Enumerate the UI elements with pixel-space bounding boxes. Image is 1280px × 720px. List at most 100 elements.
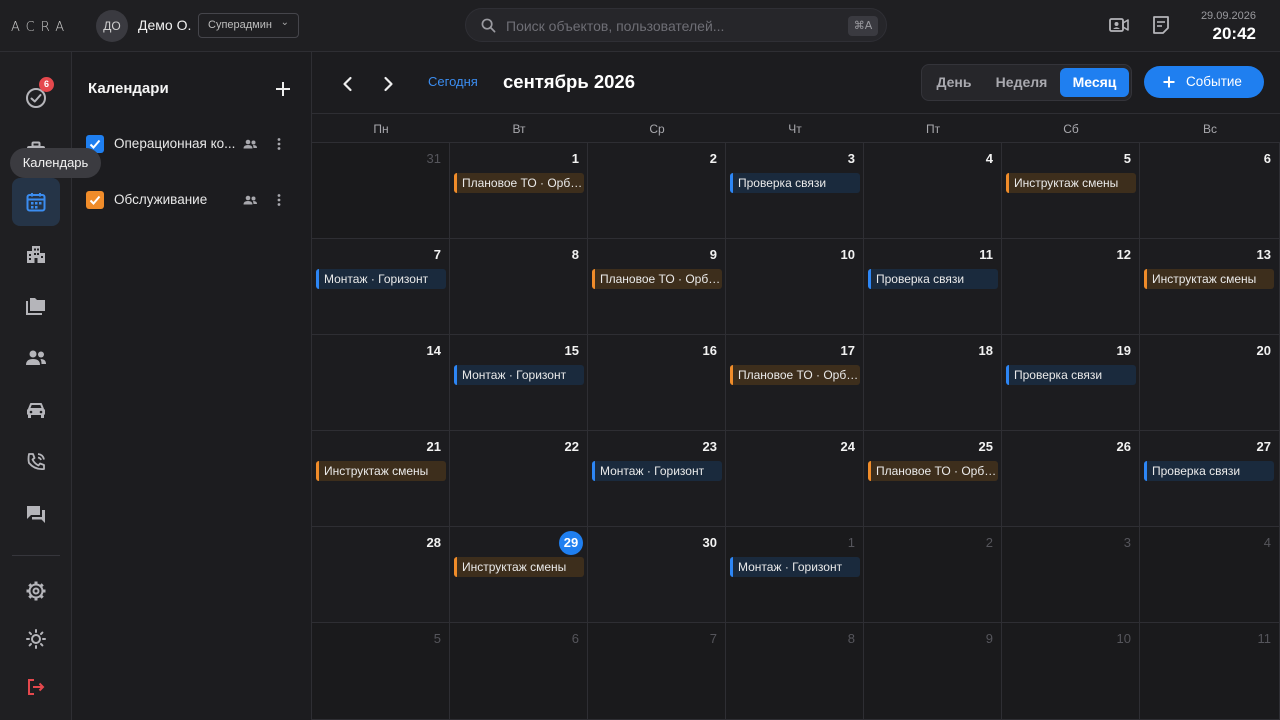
view-day-button[interactable]: День <box>925 68 983 97</box>
rail-item-calls[interactable] <box>12 438 60 486</box>
rail-item-logout[interactable] <box>12 663 60 711</box>
event-chip[interactable]: Инструктаж смены <box>1144 269 1274 289</box>
day-number[interactable]: 9 <box>710 247 717 262</box>
day-cell[interactable]: 25 Плановое ТО · Орбита <box>864 431 1002 527</box>
day-cell[interactable]: 2 <box>864 527 1002 623</box>
day-number[interactable]: 24 <box>841 439 855 454</box>
day-number[interactable]: 27 <box>1257 439 1271 454</box>
event-chip[interactable]: Проверка связи <box>1144 461 1274 481</box>
day-cell[interactable]: 29 Инструктаж смены <box>450 527 588 623</box>
day-cell[interactable]: 1 Плановое ТО · Орбита <box>450 143 588 239</box>
day-number[interactable]: 10 <box>1117 631 1131 646</box>
add-calendar-button[interactable] <box>272 78 294 100</box>
event-chip[interactable]: Плановое ТО · Орбита <box>592 269 722 289</box>
notes-icon[interactable] <box>1150 14 1172 36</box>
day-number[interactable]: 3 <box>848 151 855 166</box>
day-cell[interactable]: 10 <box>1002 623 1140 720</box>
day-number[interactable]: 5 <box>434 631 441 646</box>
day-number[interactable]: 9 <box>986 631 993 646</box>
day-number[interactable]: 21 <box>427 439 441 454</box>
today-day-number[interactable]: 29 <box>559 531 583 555</box>
day-number[interactable]: 17 <box>841 343 855 358</box>
event-chip[interactable]: Плановое ТО · Орбита <box>868 461 998 481</box>
day-number[interactable]: 10 <box>841 247 855 262</box>
day-cell[interactable]: 6 <box>450 623 588 720</box>
event-chip[interactable]: Инструктаж смены <box>316 461 446 481</box>
today-button[interactable]: Сегодня <box>428 74 478 89</box>
day-number[interactable]: 19 <box>1117 343 1131 358</box>
day-number[interactable]: 14 <box>427 343 441 358</box>
day-cell[interactable]: 31 <box>312 143 450 239</box>
day-cell[interactable]: 18 <box>864 335 1002 431</box>
day-cell[interactable]: 15 Монтаж · Горизонт <box>450 335 588 431</box>
day-cell[interactable]: 17 Плановое ТО · Орбита <box>726 335 864 431</box>
event-chip[interactable]: Проверка связи <box>868 269 998 289</box>
day-cell[interactable]: 28 <box>312 527 450 623</box>
day-number[interactable]: 11 <box>1258 631 1272 646</box>
avatar[interactable]: ДО <box>96 10 128 42</box>
day-cell[interactable]: 20 <box>1140 335 1280 431</box>
day-number[interactable]: 23 <box>703 439 717 454</box>
day-number[interactable]: 1 <box>848 535 855 550</box>
day-cell[interactable]: 21 Инструктаж смены <box>312 431 450 527</box>
day-number[interactable]: 28 <box>427 535 441 550</box>
day-cell[interactable]: 27 Проверка связи <box>1140 431 1280 527</box>
video-call-icon[interactable] <box>1108 14 1130 36</box>
day-number[interactable]: 8 <box>572 247 579 262</box>
day-number[interactable]: 20 <box>1257 343 1271 358</box>
day-cell[interactable]: 3 Проверка связи <box>726 143 864 239</box>
day-number[interactable]: 6 <box>1264 151 1271 166</box>
day-number[interactable]: 1 <box>572 151 579 166</box>
prev-month-button[interactable] <box>336 72 360 96</box>
day-cell[interactable]: 11 <box>1140 623 1280 720</box>
day-number[interactable]: 30 <box>703 535 717 550</box>
day-cell[interactable]: 5 <box>312 623 450 720</box>
day-cell[interactable]: 12 <box>1002 239 1140 335</box>
rail-item-documents[interactable] <box>12 282 60 330</box>
event-chip[interactable]: Плановое ТО · Орбита <box>454 173 584 193</box>
day-cell[interactable]: 5 Инструктаж смены <box>1002 143 1140 239</box>
rail-item-theme[interactable] <box>12 615 60 663</box>
event-chip[interactable]: Плановое ТО · Орбита <box>730 365 860 385</box>
day-number[interactable]: 8 <box>848 631 855 646</box>
day-cell[interactable]: 9 <box>864 623 1002 720</box>
day-cell[interactable]: 14 <box>312 335 450 431</box>
role-select[interactable]: Суперадмин ⌄ <box>198 13 299 38</box>
day-number[interactable]: 11 <box>979 247 993 262</box>
day-number[interactable]: 18 <box>979 343 993 358</box>
day-cell[interactable]: 23 Монтаж · Горизонт <box>588 431 726 527</box>
day-number[interactable]: 16 <box>703 343 717 358</box>
day-cell[interactable]: 2 <box>588 143 726 239</box>
day-cell[interactable]: 19 Проверка связи <box>1002 335 1140 431</box>
day-number[interactable]: 2 <box>710 151 717 166</box>
day-cell[interactable]: 1 Монтаж · Горизонт <box>726 527 864 623</box>
app-logo[interactable]: ACRA <box>11 20 70 35</box>
calendar-item[interactable]: Обслуживание <box>86 188 296 212</box>
day-cell[interactable]: 8 <box>450 239 588 335</box>
day-number[interactable]: 13 <box>1257 247 1271 262</box>
event-chip[interactable]: Проверка связи <box>730 173 860 193</box>
view-month-button[interactable]: Месяц <box>1060 68 1129 97</box>
calendar-item[interactable]: Операционная ко... <box>86 132 296 156</box>
day-number[interactable]: 6 <box>572 631 579 646</box>
search-input[interactable] <box>506 16 836 36</box>
day-number[interactable]: 12 <box>1117 247 1131 262</box>
day-cell[interactable]: 30 <box>588 527 726 623</box>
rail-item-tasks[interactable]: 6 <box>12 74 60 122</box>
event-chip[interactable]: Монтаж · Горизонт <box>454 365 584 385</box>
event-chip[interactable]: Инструктаж смены <box>454 557 584 577</box>
day-cell[interactable]: 13 Инструктаж смены <box>1140 239 1280 335</box>
shared-users-icon[interactable] <box>242 136 258 152</box>
rail-item-vehicles[interactable] <box>12 386 60 434</box>
day-cell[interactable]: 26 <box>1002 431 1140 527</box>
day-cell[interactable]: 6 <box>1140 143 1280 239</box>
day-cell[interactable]: 16 <box>588 335 726 431</box>
day-number[interactable]: 15 <box>565 343 579 358</box>
day-number[interactable]: 26 <box>1117 439 1131 454</box>
rail-item-settings[interactable] <box>12 567 60 615</box>
day-number[interactable]: 22 <box>565 439 579 454</box>
rail-item-users[interactable] <box>12 334 60 382</box>
more-vertical-icon[interactable] <box>271 136 287 152</box>
event-chip[interactable]: Монтаж · Горизонт <box>316 269 446 289</box>
create-event-button[interactable]: Событие <box>1144 66 1264 98</box>
